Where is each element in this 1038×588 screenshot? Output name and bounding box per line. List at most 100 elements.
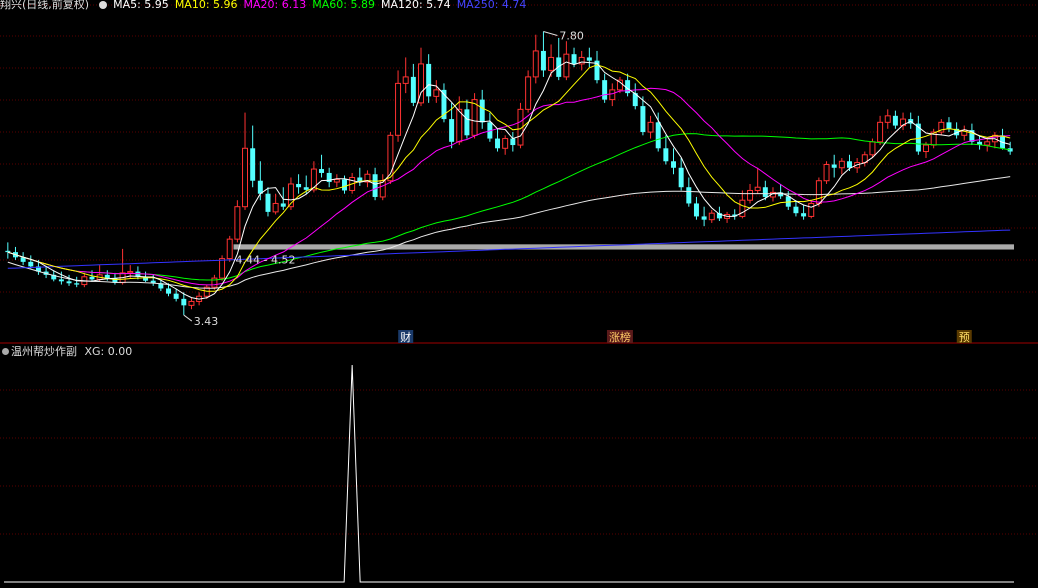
candle-body-down [449, 119, 455, 142]
candle-body-up [226, 238, 233, 260]
candle-body-up [823, 164, 830, 182]
candle-body-down [5, 250, 11, 253]
candle-body-down [801, 213, 807, 217]
candle-body-down [678, 167, 684, 188]
candle-body-down [640, 106, 646, 133]
candle-body-up [708, 212, 715, 221]
candle-body-down [265, 193, 271, 212]
ma-legend-item: MA10: 5.96 [174, 0, 238, 10]
grid-lines [0, 4, 1038, 535]
candle-body-down [510, 138, 516, 146]
candle-body-up [548, 56, 555, 71]
candle-body-down [28, 261, 34, 267]
candle-body-down [586, 57, 592, 61]
candle-body-down [556, 57, 562, 77]
ma-legend-item: MA120: 5.74 [380, 0, 451, 10]
candle-body-up [563, 53, 570, 78]
sub-panel-title[interactable]: 温州帮炒作副 [11, 345, 77, 358]
sub-panel-header: 温州帮炒作副 XG: 0.00 [2, 345, 132, 359]
candle-body-down [173, 293, 179, 299]
indicator-panel [4, 364, 1014, 583]
candles [5, 31, 1013, 316]
ma-legend: MA5: 5.95 MA10: 5.96 MA20: 6.13 MA60: 5.89 M… [113, 0, 532, 10]
candle-body-up [433, 89, 440, 97]
low-pointer [183, 314, 193, 322]
ma-legend-item: MA60: 5.89 [312, 0, 375, 10]
ma20-line [7, 87, 1011, 286]
candle-body-up [647, 121, 654, 133]
event-markers: 财 涨榜 预 [398, 330, 972, 344]
band-range-label: 4.44 - 4.52 [236, 254, 296, 267]
candle-body-up [877, 121, 884, 143]
candle-body-up [219, 258, 226, 279]
candle-body-down [793, 206, 799, 214]
candle-body-up [869, 141, 876, 156]
candle-body-down [762, 187, 768, 197]
candle-body-up [815, 180, 822, 204]
candle-body-up [884, 115, 891, 123]
ma-legend-item: MA20: 6.13 [243, 0, 307, 10]
candle-body-up [525, 76, 532, 110]
candle-body-up [402, 76, 409, 84]
moving-average-lines [7, 61, 1011, 300]
candle-body-up [609, 89, 616, 101]
candle-body-up [456, 108, 463, 143]
candle-body-down [655, 122, 661, 149]
candle-body-down [946, 122, 952, 129]
event-marker-label: 涨榜 [609, 330, 631, 344]
candle-body-down [671, 161, 676, 168]
candle-body-down [495, 138, 501, 149]
candle-body-up [739, 199, 746, 217]
candle-body-up [838, 160, 845, 169]
candle-body-up [127, 271, 134, 274]
candle-body-down [540, 50, 546, 71]
candle-body-up [234, 206, 241, 240]
ma-legend-item: MA5: 5.95 [113, 0, 169, 10]
indicator-value: XG: 0.00 [84, 345, 133, 358]
candle-body-down [663, 148, 669, 162]
candle-body-down [319, 169, 325, 173]
candle-body-down [257, 180, 263, 194]
candle-body-up [754, 186, 761, 191]
event-marker-label: 预 [959, 331, 970, 344]
chart-header: 翔兴(日线,前复权) MA5: 5.95 MA10: 5.96 MA20: 6.13 M… [0, 0, 1038, 10]
candle-body-up [923, 144, 929, 153]
candle-body-down [342, 179, 347, 191]
candlestick-chart[interactable]: 7.80 3.43 4.44 - 4.52 财 涨榜 预 [0, 0, 1038, 584]
candle-body-down [104, 274, 110, 279]
xg-indicator-line [4, 364, 1014, 583]
candle-body-down [831, 164, 837, 168]
low-price-label: 3.43 [194, 315, 219, 328]
candle-body-down [479, 99, 485, 123]
candle-body-up [310, 168, 317, 191]
candle-body-down [74, 283, 80, 285]
candle-body-up [333, 178, 340, 183]
ma5-line [7, 61, 1011, 300]
settings-icon[interactable] [99, 1, 108, 9]
candle-body-down [296, 183, 302, 188]
candle-body-up [532, 50, 539, 78]
candle-body-up [808, 202, 815, 217]
candle-body-down [571, 54, 577, 64]
ma120-line [7, 176, 1011, 289]
chart-stage[interactable]: 7.80 3.43 4.44 - 4.52 财 涨榜 预 翔兴(日线,前复权) MA5… [0, 0, 1038, 584]
candle-body-down [181, 298, 187, 306]
panel-toggle-icon[interactable] [2, 348, 9, 355]
ma10-line [7, 64, 1011, 292]
candle-body-down [602, 80, 608, 100]
candle-body-down [303, 187, 309, 190]
candle-body-down [464, 109, 470, 136]
event-marker-label: 财 [400, 330, 411, 344]
high-pointer [543, 30, 558, 36]
candle-body-down [89, 276, 95, 280]
candle-body-up [502, 138, 509, 149]
candle-body-down [693, 203, 699, 217]
stock-title[interactable]: 翔兴(日线,前复权) [0, 0, 89, 10]
candle-body-down [847, 161, 852, 168]
candle-body-up [984, 141, 991, 146]
candle-body-up [188, 300, 195, 306]
candle-body-down [410, 76, 416, 103]
ma-legend-item: MA250: 4.74 [456, 0, 527, 10]
candle-body-down [58, 279, 64, 282]
candle-body-up [747, 189, 754, 201]
